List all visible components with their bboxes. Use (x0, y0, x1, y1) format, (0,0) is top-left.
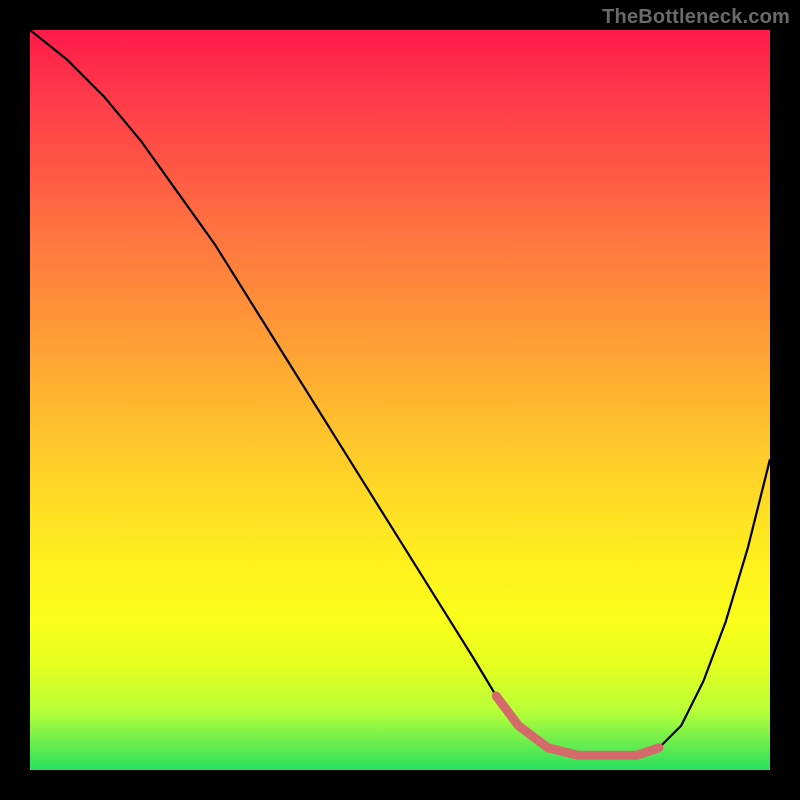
watermark-text: TheBottleneck.com (602, 6, 790, 29)
curve-path (30, 30, 770, 755)
plot-area (30, 30, 770, 770)
bottleneck-curve (30, 30, 770, 770)
curve-min-highlight (496, 696, 659, 755)
chart-frame: TheBottleneck.com (0, 0, 800, 800)
